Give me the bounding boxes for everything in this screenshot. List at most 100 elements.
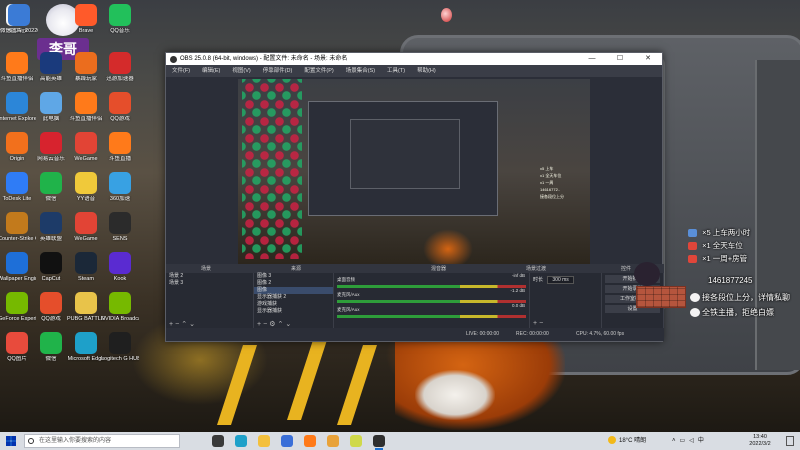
remove-transition-button[interactable]: − xyxy=(539,320,545,327)
desktop-icon[interactable]: Internet Explorer xyxy=(0,92,36,122)
menu-view[interactable]: 视图(V) xyxy=(226,65,256,77)
desktop-icon[interactable]: GeForce Experience xyxy=(0,292,36,322)
desktop-icon[interactable]: Counter-Strike Global Of... xyxy=(0,212,36,242)
clock[interactable]: 13:40 2022/3/2 xyxy=(740,434,780,448)
desktop-icon[interactable]: 微信 xyxy=(32,332,70,362)
desktop-icon[interactable]: Brave xyxy=(67,4,105,34)
volume-meter[interactable] xyxy=(337,315,526,318)
system-tray[interactable]: ˄▭◁中 xyxy=(672,432,708,450)
menu-help[interactable]: 帮助(H) xyxy=(411,65,442,77)
desktop-icon[interactable]: CapCut xyxy=(32,252,70,282)
desktop-icon[interactable]: 微信图片_2022022... xyxy=(0,4,38,34)
desktop-icon[interactable]: YY语音 xyxy=(67,172,105,202)
desktop-icon-label: SENS xyxy=(112,236,128,242)
weather-widget[interactable]: 18°C 晴朗 xyxy=(608,432,646,450)
move-down-button[interactable]: ⌄ xyxy=(285,321,293,328)
desktop-icon[interactable]: 英雄联盟 xyxy=(32,212,70,242)
desktop-icon-label: QQ图片 xyxy=(7,356,27,362)
minimize-button[interactable]: — xyxy=(578,53,606,65)
desktop-icon[interactable]: Wallpaper Engine xyxy=(0,252,36,282)
desktop-icon[interactable]: QQ游戏 xyxy=(32,292,70,322)
app-icon xyxy=(109,4,131,26)
app-icon xyxy=(6,132,28,154)
gift-count: ×5 xyxy=(702,228,711,237)
volume-icon[interactable]: ◁ xyxy=(689,438,698,444)
menu-profile[interactable]: 配置文件(P) xyxy=(298,65,339,77)
menu-tools[interactable]: 工具(T) xyxy=(381,65,411,77)
notification-icon[interactable] xyxy=(786,436,794,446)
gift-item: ×5 上车两小时 xyxy=(688,226,798,239)
desktop-icon[interactable]: QQ音乐 xyxy=(101,4,139,34)
scene-item[interactable]: 场景 2 xyxy=(166,273,253,280)
desktop-icon[interactable]: WeGame xyxy=(67,212,105,242)
desktop-icon[interactable]: Kook xyxy=(101,252,139,282)
app-icon xyxy=(40,292,62,314)
desktop-icon[interactable]: 网易云音乐 xyxy=(32,132,70,162)
desktop-icon[interactable]: 高能英雄 xyxy=(32,52,70,82)
desktop-icon[interactable]: 斗鱼直播伴侣 xyxy=(67,92,105,122)
taskbar-file-explorer-icon[interactable] xyxy=(258,435,270,447)
menu-docks[interactable]: 停靠部件(D) xyxy=(257,65,299,77)
taskbar-folder-icon[interactable] xyxy=(327,435,339,447)
maximize-button[interactable]: ☐ xyxy=(606,53,634,65)
menu-file[interactable]: 文件(F) xyxy=(166,65,196,77)
desktop-icon[interactable]: 暴躁玩家 xyxy=(67,52,105,82)
network-icon[interactable]: ▭ xyxy=(680,438,690,444)
taskbar-task-view-icon[interactable] xyxy=(212,435,224,447)
desktop-icon[interactable]: 微信 xyxy=(32,172,70,202)
search-box[interactable]: 在这里输入你要搜索的内容 xyxy=(24,434,180,448)
transition-duration-input[interactable]: 300 ms xyxy=(547,276,574,284)
app-icon xyxy=(40,252,62,274)
desktop-icon[interactable]: 此电脑 xyxy=(32,92,70,122)
desktop-icon[interactable]: Logitech G HUB xyxy=(101,332,139,362)
taskbar-store-icon[interactable] xyxy=(281,435,293,447)
tray-chevron-icon[interactable]: ˄ xyxy=(672,438,680,444)
search-placeholder: 在这里输入你要搜索的内容 xyxy=(39,438,112,444)
taskbar-edge-icon[interactable] xyxy=(235,435,247,447)
obs-preview[interactable]: x5 上车 x1 全天车位 x1 一周 14616772.. 接各段位上分 xyxy=(238,79,590,264)
source-item[interactable]: 图像 3 xyxy=(254,273,333,280)
mixer-channel: 麦克风/Aux -1.2 dB xyxy=(334,288,529,303)
source-item[interactable]: 游戏捕获 xyxy=(254,301,333,308)
obs-titlebar[interactable]: OBS 25.0.8 (64-bit, windows) - 配置文件: 未命名… xyxy=(166,53,662,65)
taskbar-douyu-icon[interactable] xyxy=(304,435,316,447)
desktop-icon[interactable]: Steam xyxy=(67,252,105,282)
desktop-icon[interactable]: 斗鱼直播伴侣 xyxy=(0,52,36,82)
menu-scene-collection[interactable]: 场景集合(S) xyxy=(340,65,381,77)
source-item[interactable]: 显示器捕获 2 xyxy=(254,294,333,301)
menu-edit[interactable]: 编辑(E) xyxy=(196,65,226,77)
mixer-channel: 麦克风/Aux 0.0 dB xyxy=(334,303,529,318)
desktop-icon[interactable]: Origin xyxy=(0,132,36,162)
desktop-icon[interactable]: PUBG BATTLEGR... xyxy=(67,292,105,322)
desktop-icon[interactable]: ToDesk Lite xyxy=(0,172,36,202)
desktop-icon-label: Internet Explorer xyxy=(0,116,36,122)
desktop-icon-label: CapCut xyxy=(41,276,61,282)
desktop-icon[interactable]: SENS xyxy=(101,212,139,242)
obs-statusbar: LIVE: 00:00:00 REC: 00:00:00 CPU: 4.7%, … xyxy=(166,328,664,341)
desktop-icon-label: 微信图片_2022022... xyxy=(0,28,38,34)
source-item[interactable]: 图像 2 xyxy=(254,280,333,287)
desktop-icon[interactable]: 斗鱼直播 xyxy=(101,132,139,162)
desktop-icon[interactable]: QQ图片 xyxy=(0,332,36,362)
ime-icon[interactable]: 中 xyxy=(698,438,708,444)
taskbar-wegame-icon[interactable] xyxy=(350,435,362,447)
desktop-icon[interactable]: 360加速 xyxy=(101,172,139,202)
scene-item[interactable]: 场景 3 xyxy=(166,280,253,287)
source-item-selected[interactable]: 图像 xyxy=(254,287,333,294)
start-button[interactable] xyxy=(6,436,16,446)
obs-menubar: 文件(F) 编辑(E) 视图(V) 停靠部件(D) 配置文件(P) 场景集合(S… xyxy=(166,65,662,77)
desktop-icon-label: WeGame xyxy=(74,236,98,242)
desktop-icon[interactable]: NVIDIA Broadcast xyxy=(101,292,139,322)
desktop-icon-label: Kook xyxy=(113,276,127,282)
desktop-icon[interactable]: QQ游戏 xyxy=(101,92,139,122)
taskbar-obs-icon[interactable] xyxy=(373,435,385,450)
move-up-button[interactable]: ⌃ xyxy=(181,321,189,328)
mixer-channel-db: -1.2 dB xyxy=(510,288,525,293)
desktop-icon[interactable]: Microsoft Edge xyxy=(67,332,105,362)
desktop-icon[interactable]: 迅游加速器 xyxy=(101,52,139,82)
source-item[interactable]: 显示器捕获 xyxy=(254,308,333,315)
desktop-icon[interactable]: WeGame xyxy=(67,132,105,162)
close-button[interactable]: ✕ xyxy=(634,53,662,65)
move-down-button[interactable]: ⌄ xyxy=(189,321,197,328)
obs-window[interactable]: OBS 25.0.8 (64-bit, windows) - 配置文件: 未命名… xyxy=(165,52,664,342)
